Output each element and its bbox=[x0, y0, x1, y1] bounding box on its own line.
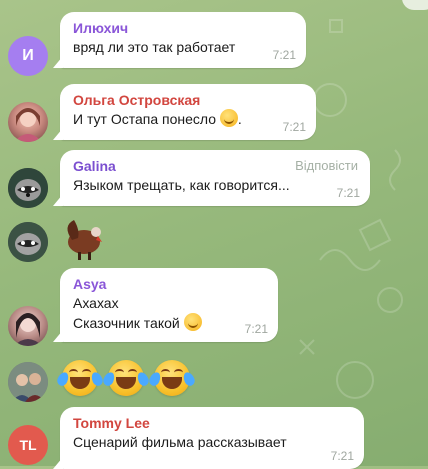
message-text: Языком трещать, как говорится... bbox=[73, 177, 290, 193]
message-text-line: Ахахах bbox=[73, 295, 119, 311]
avatar[interactable] bbox=[8, 222, 48, 262]
message-time: 7:21 bbox=[330, 449, 354, 463]
avatar[interactable] bbox=[8, 306, 48, 346]
smile-emoji-icon bbox=[183, 313, 202, 331]
message-bubble[interactable]: Илюхич вряд ли это так работает 7:21 bbox=[60, 12, 306, 68]
message-bubble[interactable]: Asya Ахахах Сказочник такой 7:21 bbox=[60, 268, 278, 342]
message-time: 7:21 bbox=[336, 186, 360, 200]
message-text: Сценарий фильма рассказывает bbox=[73, 434, 287, 450]
reply-button[interactable]: Відповісти bbox=[295, 158, 358, 173]
message-bubble[interactable]: Galina Відповісти Языком трещать, как го… bbox=[60, 150, 370, 206]
avatar-photo-icon bbox=[14, 313, 42, 346]
raccoon-avatar-icon bbox=[8, 222, 48, 262]
smile-emoji-icon bbox=[219, 109, 238, 127]
message-bubble[interactable]: Tommy Lee Сценарий фильма рассказывает 7… bbox=[60, 407, 364, 469]
couple-avatar-icon bbox=[8, 362, 48, 402]
message-time: 7:21 bbox=[282, 120, 306, 134]
face-with-tears-of-joy-icon bbox=[101, 360, 151, 396]
author-name[interactable]: Илюхич bbox=[73, 19, 294, 37]
avatar[interactable]: TL bbox=[8, 425, 48, 465]
avatar[interactable] bbox=[8, 362, 48, 402]
face-with-tears-of-joy-icon bbox=[147, 360, 197, 396]
scroll-corner-button[interactable] bbox=[402, 0, 428, 10]
emoji-message[interactable] bbox=[55, 360, 197, 400]
turkey-sticker[interactable] bbox=[58, 214, 106, 262]
raccoon-avatar-icon bbox=[8, 168, 48, 208]
author-name[interactable]: Tommy Lee bbox=[73, 414, 352, 432]
message-time: 7:21 bbox=[244, 322, 268, 336]
face-with-tears-of-joy-icon bbox=[55, 360, 105, 396]
avatar[interactable] bbox=[8, 168, 48, 208]
avatar-letter: И bbox=[22, 47, 34, 64]
author-name[interactable]: Ольга Островская bbox=[73, 91, 304, 109]
author-name[interactable]: Asya bbox=[73, 275, 266, 293]
avatar[interactable] bbox=[8, 102, 48, 142]
message-text: И тут Остапа понесло bbox=[73, 111, 217, 127]
message-text-line: Сказочник такой bbox=[73, 315, 180, 331]
avatar[interactable]: И bbox=[8, 36, 48, 76]
avatar-letter: TL bbox=[19, 437, 37, 453]
message-time: 7:21 bbox=[272, 48, 296, 62]
avatar-photo-icon bbox=[14, 108, 42, 142]
message-bubble[interactable]: Ольга Островская И тут Остапа понесло . … bbox=[60, 84, 316, 140]
message-text: вряд ли это так работает bbox=[73, 39, 236, 55]
